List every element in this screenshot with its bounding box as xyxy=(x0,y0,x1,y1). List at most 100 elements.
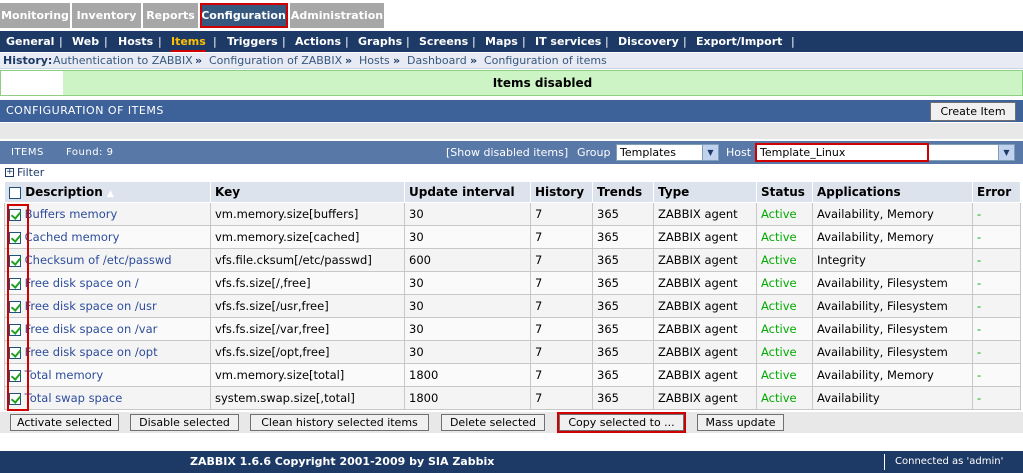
item-type: ZABBIX agent xyxy=(653,386,757,410)
header-update-interval[interactable]: Update interval xyxy=(404,181,531,203)
disable-selected-button[interactable]: Disable selected xyxy=(130,414,239,431)
submenu-general[interactable]: General xyxy=(6,31,54,52)
row-checkbox[interactable] xyxy=(9,392,21,405)
table-row: Free disk space on /var vfs.fs.size[/var… xyxy=(4,317,1021,341)
tab-inventory[interactable]: Inventory xyxy=(72,3,142,28)
header-description[interactable]: Description ▲ xyxy=(4,181,211,203)
submenu-screens[interactable]: Screens xyxy=(419,31,468,52)
select-all-checkbox[interactable] xyxy=(9,186,21,199)
item-description-link[interactable]: Free disk space on /opt xyxy=(25,345,158,359)
chevron-down-icon[interactable]: ▼ xyxy=(702,145,718,160)
item-error: - xyxy=(972,225,1021,249)
item-interval: 1800 xyxy=(404,386,531,410)
item-history: 7 xyxy=(530,386,593,410)
submenu-separator: | xyxy=(282,35,286,48)
mass-update-button[interactable]: Mass update xyxy=(697,414,784,431)
item-key: vfs.fs.size[/,free] xyxy=(210,271,405,295)
submenu-items[interactable]: Items xyxy=(171,31,206,52)
row-checkbox[interactable] xyxy=(9,346,21,359)
item-description-link[interactable]: Checksum of /etc/passwd xyxy=(25,253,172,267)
submenu-separator: | xyxy=(345,35,349,48)
header-type[interactable]: Type xyxy=(653,181,757,203)
top-navigation: Monitoring Inventory Reports Configurati… xyxy=(0,0,1023,31)
tab-monitoring[interactable]: Monitoring xyxy=(0,3,71,28)
header-description-label[interactable]: Description xyxy=(25,185,103,199)
item-description-link[interactable]: Total memory xyxy=(25,368,104,382)
create-item-button[interactable]: Create Item xyxy=(930,102,1016,121)
submenu-triggers[interactable]: Triggers xyxy=(227,31,278,52)
crumb-configuration-of-zabbix[interactable]: Configuration of ZABBIX xyxy=(209,53,342,69)
crumb-separator: » xyxy=(470,54,478,67)
clean-history-button[interactable]: Clean history selected items xyxy=(250,414,429,431)
submenu-separator: | xyxy=(59,35,63,48)
copy-selected-button[interactable]: Copy selected to ... xyxy=(559,414,684,431)
submenu-separator: | xyxy=(104,35,108,48)
item-status-link[interactable]: Active xyxy=(756,386,813,410)
crumb-hosts[interactable]: Hosts xyxy=(359,53,390,69)
item-description-link[interactable]: Free disk space on /usr xyxy=(25,299,157,313)
row-checkbox[interactable] xyxy=(9,208,21,221)
submenu-hosts[interactable]: Hosts xyxy=(118,31,153,52)
chevron-down-icon[interactable]: ▼ xyxy=(998,145,1014,160)
show-disabled-items-link[interactable]: [Show disabled items] xyxy=(446,141,568,164)
row-checkbox[interactable] xyxy=(9,369,21,382)
row-checkbox[interactable] xyxy=(9,277,21,290)
item-type: ZABBIX agent xyxy=(653,340,757,364)
activate-selected-button[interactable]: Activate selected xyxy=(10,414,119,431)
item-status-link[interactable]: Active xyxy=(756,202,813,226)
row-checkbox[interactable] xyxy=(9,300,21,313)
group-select[interactable]: Templates ▼ xyxy=(616,144,719,161)
submenu-export-import[interactable]: Export/Import xyxy=(696,31,782,52)
filter-row[interactable]: + Filter xyxy=(0,165,1023,180)
tab-configuration[interactable]: Configuration xyxy=(200,3,288,28)
crumb-authentication[interactable]: Authentication to ZABBIX xyxy=(53,53,193,69)
item-status-link[interactable]: Active xyxy=(756,271,813,295)
submenu-maps[interactable]: Maps xyxy=(485,31,518,52)
item-description-link[interactable]: Cached memory xyxy=(25,230,120,244)
submenu-web[interactable]: Web xyxy=(72,31,99,52)
item-trends: 365 xyxy=(592,294,654,318)
spacer-bar xyxy=(0,123,1023,139)
item-status-link[interactable]: Active xyxy=(756,248,813,272)
tab-reports[interactable]: Reports xyxy=(143,3,199,28)
plus-icon[interactable]: + xyxy=(5,168,14,177)
item-history: 7 xyxy=(530,202,593,226)
item-key: vfs.fs.size[/var,free] xyxy=(210,317,405,341)
item-interval: 30 xyxy=(404,294,531,318)
item-trends: 365 xyxy=(592,271,654,295)
item-error: - xyxy=(972,248,1021,272)
item-status-link[interactable]: Active xyxy=(756,225,813,249)
submenu-actions[interactable]: Actions xyxy=(295,31,341,52)
header-history[interactable]: History xyxy=(530,181,593,203)
tab-administration[interactable]: Administration xyxy=(290,3,385,28)
header-trends[interactable]: Trends xyxy=(592,181,654,203)
header-key[interactable]: Key xyxy=(210,181,405,203)
item-error: - xyxy=(972,317,1021,341)
page-title: CONFIGURATION OF ITEMS xyxy=(6,104,164,117)
host-label: Host xyxy=(726,146,752,159)
items-table: Description ▲ Key Update interval Histor… xyxy=(4,181,1021,410)
item-status-link[interactable]: Active xyxy=(756,294,813,318)
header-status[interactable]: Status xyxy=(756,181,813,203)
crumb-configuration-of-items[interactable]: Configuration of items xyxy=(484,53,607,69)
item-description-link[interactable]: Buffers memory xyxy=(25,207,118,221)
filter-label[interactable]: Filter xyxy=(17,165,44,180)
sort-asc-icon: ▲ xyxy=(107,189,114,199)
item-status-link[interactable]: Active xyxy=(756,363,813,387)
host-select[interactable]: Template_Linux ▼ xyxy=(755,143,1015,162)
delete-selected-button[interactable]: Delete selected xyxy=(441,414,545,431)
item-type: ZABBIX agent xyxy=(653,225,757,249)
table-row: Total memory vm.memory.size[total] 1800 … xyxy=(4,363,1021,387)
item-description-link[interactable]: Free disk space on /var xyxy=(25,322,158,336)
item-status-link[interactable]: Active xyxy=(756,317,813,341)
row-checkbox[interactable] xyxy=(9,323,21,336)
item-description-link[interactable]: Total swap space xyxy=(25,391,123,405)
item-description-link[interactable]: Free disk space on / xyxy=(25,276,139,290)
row-checkbox[interactable] xyxy=(9,254,21,267)
submenu-discovery[interactable]: Discovery xyxy=(618,31,679,52)
submenu-graphs[interactable]: Graphs xyxy=(358,31,402,52)
row-checkbox[interactable] xyxy=(9,231,21,244)
crumb-dashboard[interactable]: Dashboard xyxy=(407,53,467,69)
item-status-link[interactable]: Active xyxy=(756,340,813,364)
submenu-it-services[interactable]: IT services xyxy=(535,31,601,52)
